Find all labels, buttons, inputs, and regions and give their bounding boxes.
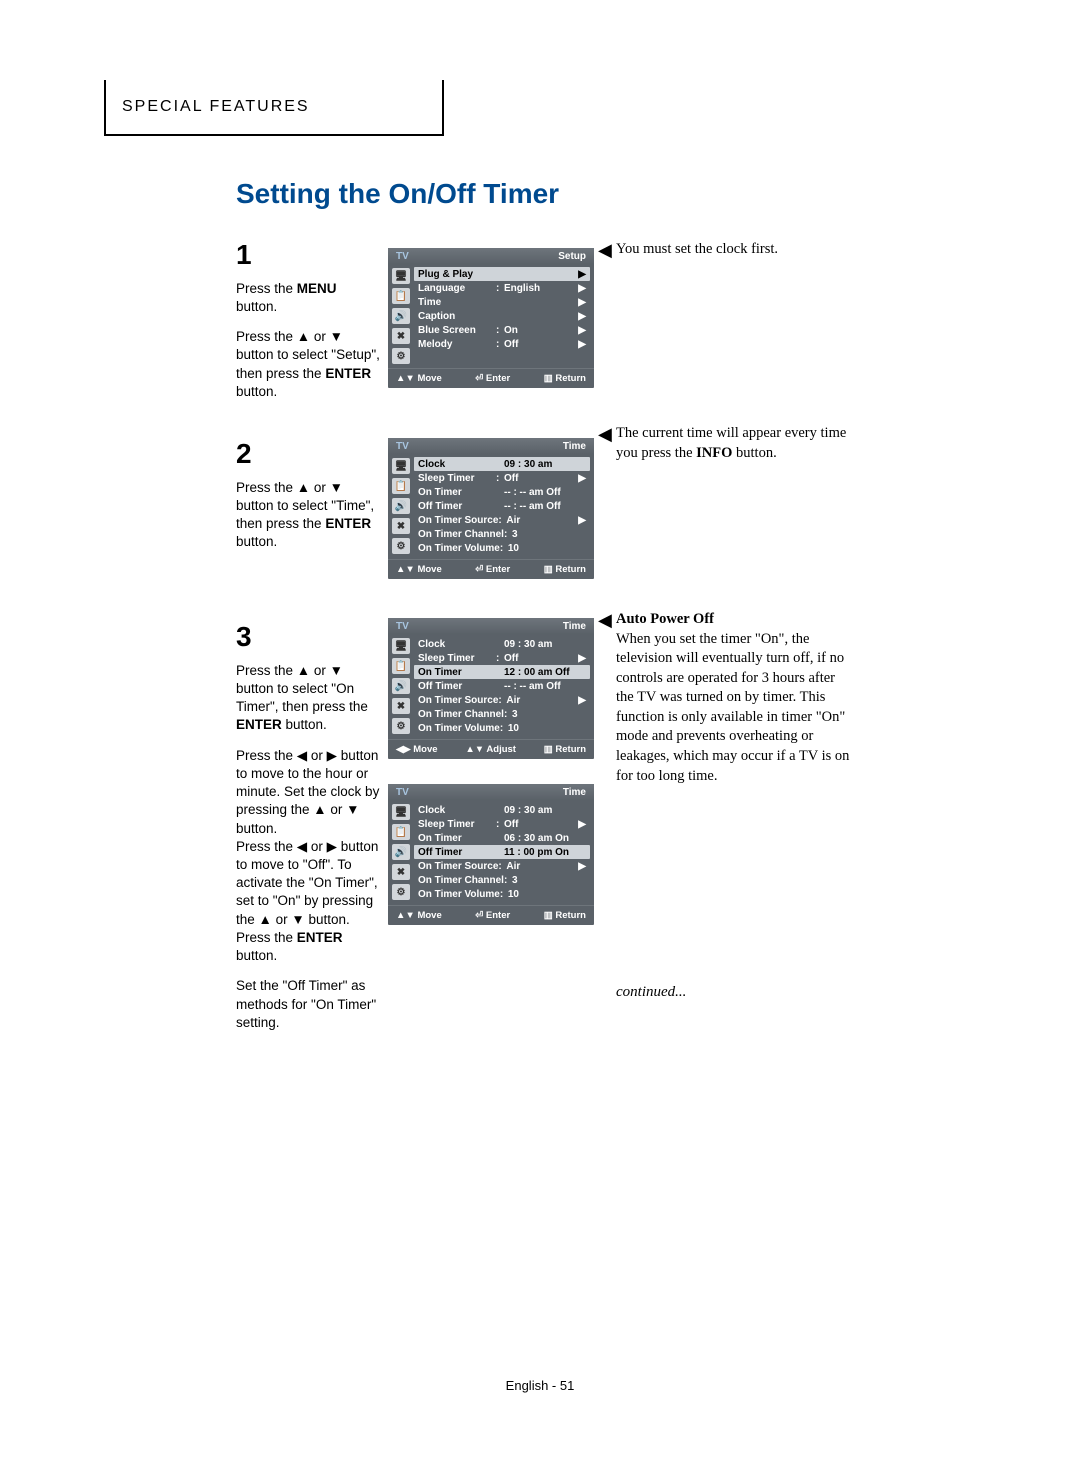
osd-menu-item: Off Timer-- : -- am Off [414,499,590,513]
osd-menu: TV Setup 🖥 📋 🔊 ✖ ⚙ Plug & Play▶Language:English… [388,248,594,388]
osd-category-icon: 📋 [392,824,410,840]
step-number: 3 [236,618,381,656]
osd-category-icon: 📋 [392,478,410,494]
osd-menu-item: On Timer Channel:3 [414,873,590,887]
osd-category-icon: 🔊 [392,844,410,860]
osd-footer-enter: ⏎ Enter [475,564,510,575]
note-arrow-icon: ◀ [598,238,612,262]
note-text: The current time will appear every time … [616,425,846,461]
osd-category-icon: 🖥 [392,638,410,654]
osd-footer-return: ▥ Return [544,910,586,921]
osd-menu-item: On Timer Volume:10 [414,541,590,555]
note-arrow-icon: ◀ [598,608,612,632]
osd-menu: TV Time 🖥 📋 🔊 ✖ ⚙ Clock09 : 30 amSleep Timer:Of… [388,784,594,925]
osd-menu-item: On Timer12 : 00 am Off [414,665,590,679]
osd-menu-title: Time [563,621,586,632]
step-number: 2 [236,435,381,473]
osd-menu-item: Plug & Play▶ [414,267,590,281]
osd-tv-label: TV [396,441,409,452]
osd-menu-item: Off Timer-- : -- am Off [414,679,590,693]
osd-footer-enter: ⏎ Enter [475,373,510,384]
step-text: Press the ▲ or ▼ button to select "On Ti… [236,662,381,735]
osd-tv-label: TV [396,251,409,262]
osd-tv-label: TV [396,621,409,632]
osd-menu-item: Sleep Timer:Off▶ [414,817,590,831]
step-3: 3 Press the ▲ or ▼ button to select "On … [236,618,381,1032]
note-1: ◀ You must set the clock first. [616,240,856,260]
note-text: Auto Power OffWhen you set the timer "On… [616,611,849,784]
step-text: Press the ▲ or ▼ button to select "Setup… [236,328,381,401]
note-text: You must set the clock first. [616,241,778,257]
step-1: 1 Press the MENU button. Press the ▲ or … [236,236,381,401]
osd-category-icon: ✖ [392,698,410,714]
osd-category-icon: 📋 [392,658,410,674]
osd-category-icon: 🔊 [392,678,410,694]
osd-tv-label: TV [396,787,409,798]
osd-menu-item: Language:English▶ [414,281,590,295]
step-number: 1 [236,236,381,274]
page-title: Setting the On/Off Timer [236,178,559,210]
section-header-text: SPECIAL FEATURES [122,98,310,116]
osd-menu-item: Melody:Off▶ [414,337,590,351]
osd-menu-item: On Timer Channel:3 [414,707,590,721]
osd-category-icon: 📋 [392,288,410,304]
osd-category-icon: 🔊 [392,498,410,514]
section-header: SPECIAL FEATURES [104,80,444,136]
osd-menu-item: On Timer06 : 30 am On [414,831,590,845]
osd-menu-item: Off Timer11 : 00 pm On [414,845,590,859]
osd-footer-move: ▲▼ Move [396,373,442,384]
osd-menu-item: Blue Screen:On▶ [414,323,590,337]
page-footer: English - 51 [0,1378,1080,1393]
osd-menu-item: On Timer-- : -- am Off [414,485,590,499]
osd-menu-title: Time [563,441,586,452]
osd-menu-item: Time▶ [414,295,590,309]
osd-category-icon: 🖥 [392,458,410,474]
step-text: Press the ◀ or ▶ button to move to the h… [236,747,381,838]
osd-menu-item: On Timer Volume:10 [414,887,590,901]
osd-menu-item: Clock09 : 30 am [414,637,590,651]
osd-menu-item: On Timer Source:Air▶ [414,693,590,707]
osd-category-icon: ✖ [392,328,410,344]
osd-menu-item: On Timer Source:Air▶ [414,859,590,873]
osd-footer-move: ▲▼ Move [396,910,442,921]
osd-footer-return: ▥ Return [544,373,586,384]
note-arrow-icon: ◀ [598,422,612,446]
osd-category-icon: ✖ [392,518,410,534]
osd-footer-return: ▥ Return [544,744,586,755]
osd-menu-item: On Timer Volume:10 [414,721,590,735]
step-text: Press the MENU button. [236,280,381,316]
step-2: 2 Press the ▲ or ▼ button to select "Tim… [236,435,381,552]
continued-text: continued... [616,984,686,1001]
osd-footer-enter: ⏎ Enter [475,910,510,921]
osd-category-icon: ⚙ [392,538,410,554]
step-text: Press the ◀ or ▶ button to move to "Off"… [236,838,381,966]
osd-category-icon: ⚙ [392,884,410,900]
osd-category-icon: 🖥 [392,268,410,284]
osd-menu-item: Clock09 : 30 am [414,803,590,817]
step-text: Press the ▲ or ▼ button to select "Time"… [236,479,381,552]
note-2: ◀ The current time will appear every tim… [616,424,856,463]
osd-menu-title: Time [563,787,586,798]
osd-category-icon: ⚙ [392,718,410,734]
osd-footer-return: ▥ Return [544,564,586,575]
osd-menu: TV Time 🖥 📋 🔊 ✖ ⚙ Clock09 : 30 amSleep Timer:Of… [388,618,594,759]
osd-menu-item: Clock09 : 30 am [414,457,590,471]
osd-menu-title: Setup [558,251,586,262]
osd-category-icon: ✖ [392,864,410,880]
osd-menu-item: Caption▶ [414,309,590,323]
osd-menu-item: Sleep Timer:Off▶ [414,651,590,665]
osd-menu-item: On Timer Channel:3 [414,527,590,541]
osd-footer-move: ◀▶ Move [396,744,438,755]
osd-footer-adjust: ▲▼ Adjust [465,744,516,755]
osd-category-icon: 🔊 [392,308,410,324]
step-text: Set the "Off Timer" as methods for "On T… [236,977,381,1032]
osd-footer-move: ▲▼ Move [396,564,442,575]
osd-category-icon: 🖥 [392,804,410,820]
osd-menu-item: On Timer Source:Air▶ [414,513,590,527]
osd-category-icon: ⚙ [392,348,410,364]
osd-menu: TV Time 🖥 📋 🔊 ✖ ⚙ Clock09 : 30 amSleep Timer:Of… [388,438,594,579]
osd-menu-item: Sleep Timer:Off▶ [414,471,590,485]
note-3: ◀ Auto Power OffWhen you set the timer "… [616,610,856,786]
